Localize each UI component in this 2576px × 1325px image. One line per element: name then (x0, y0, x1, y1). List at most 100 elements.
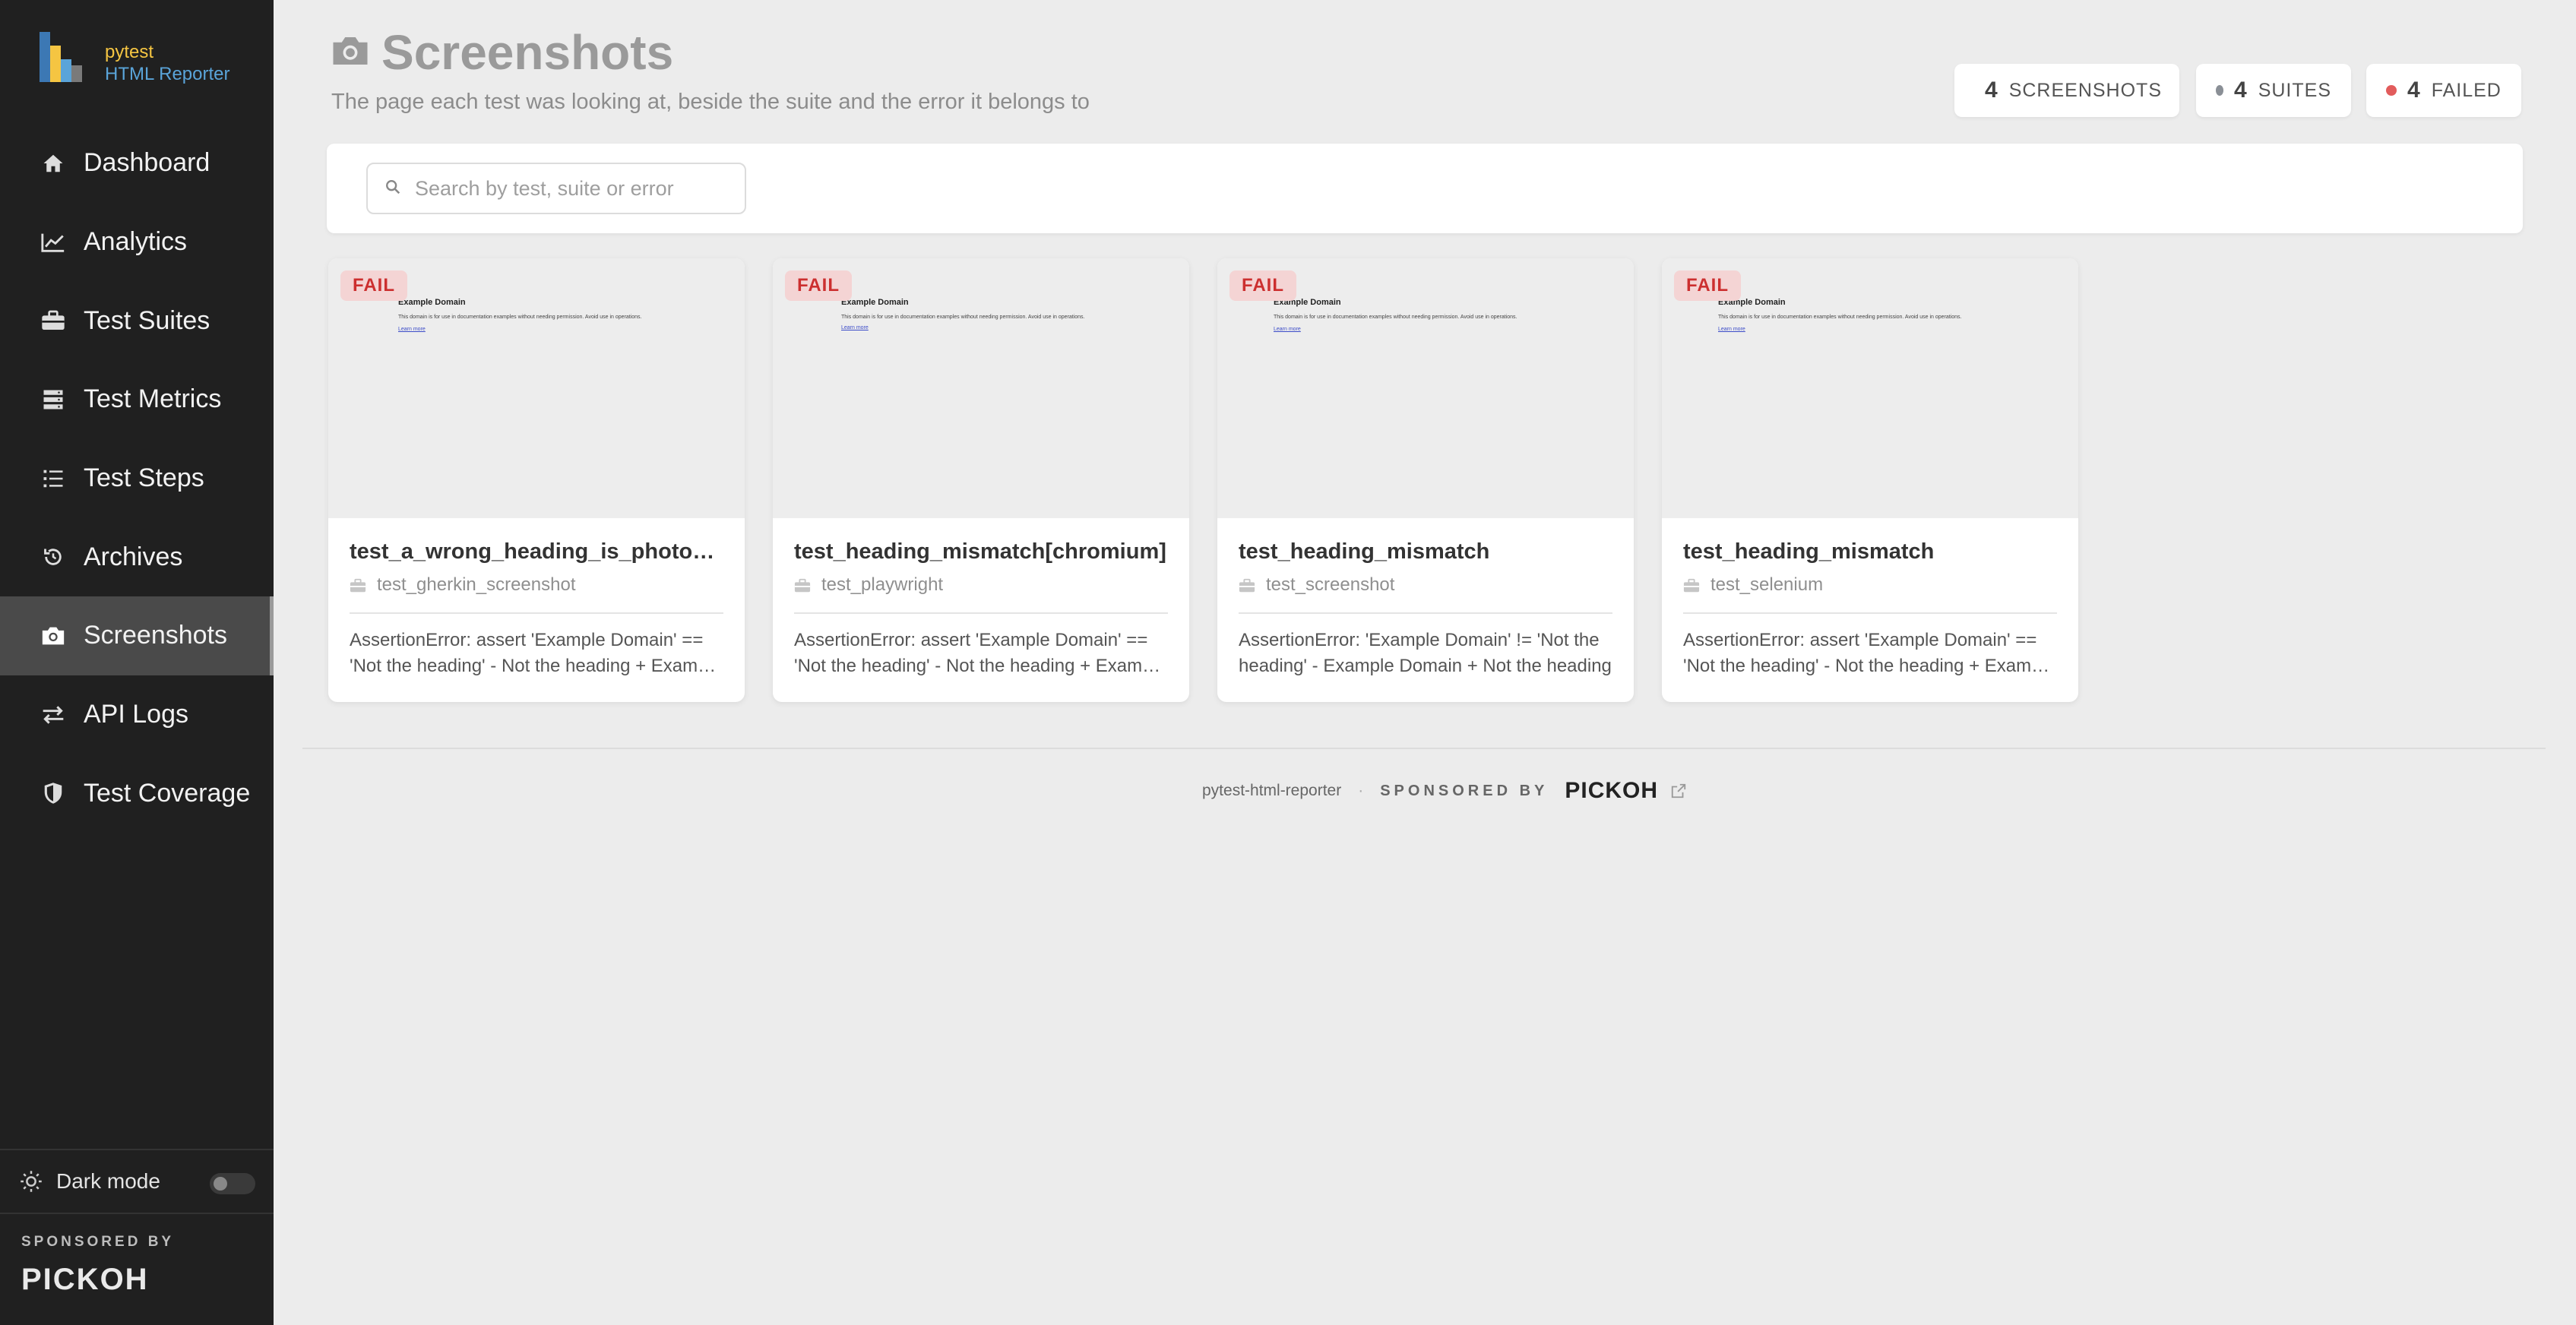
status-badge: FAIL (1674, 270, 1741, 301)
briefcase-icon (1683, 577, 1700, 593)
brand-name: pytest (105, 42, 154, 62)
thumbnail-link: Learn more (398, 327, 426, 332)
sidebar-item-screenshots[interactable]: Screenshots (0, 596, 274, 675)
home-icon (40, 150, 67, 177)
screenshot-thumbnail[interactable]: Example Domain This domain is for use in… (1662, 258, 2078, 518)
thumbnail-heading: Example Domain (398, 298, 466, 307)
status-badge: FAIL (340, 270, 407, 301)
stat-count: 4 (2234, 77, 2248, 103)
footer-sponsored-label: SPONSORED BY (1380, 782, 1549, 799)
sidebar-item-label: Test Coverage (84, 778, 251, 808)
footer-separator: · (1358, 782, 1364, 799)
status-badge: FAIL (1229, 270, 1296, 301)
sidebar-sponsor: SPONSORED BY PICKOH (21, 1234, 174, 1297)
thumbnail-link: Learn more (841, 325, 869, 330)
card-suite: test_gherkin_screenshot (350, 574, 576, 596)
thumbnail-heading: Example Domain (841, 298, 909, 307)
footer-divider (302, 748, 2546, 749)
stat-dot (2216, 85, 2224, 96)
pytest-logo-icon (40, 32, 97, 82)
briefcase-icon (1239, 577, 1255, 593)
search-icon (385, 179, 401, 199)
brand[interactable]: pytest HTML Reporter (40, 32, 229, 85)
briefcase-icon (350, 577, 366, 593)
stat-failed: 4 FAILED (2366, 64, 2521, 117)
thumbnail-link: Learn more (1274, 327, 1301, 332)
card-error: AssertionError: 'Example Domain' != 'Not… (1239, 630, 1612, 676)
sidebar-item-label: Dashboard (84, 148, 210, 178)
shield-icon (40, 780, 67, 807)
history-icon (40, 543, 67, 571)
sidebar-item-label: Screenshots (84, 621, 227, 650)
thumbnail-link: Learn more (1718, 327, 1745, 332)
page-header: Screenshots (330, 24, 673, 81)
search-panel (327, 144, 2523, 233)
sidebar-item-analytics[interactable]: Analytics (0, 203, 274, 282)
sidebar-item-label: Test Metrics (84, 384, 222, 414)
sidebar: pytest HTML Reporter Dashboard Analytics… (0, 0, 274, 1325)
divider (1239, 612, 1612, 614)
pickoh-logo[interactable]: PICKOH (21, 1263, 174, 1297)
stat-label: FAILED (2431, 79, 2502, 101)
sidebar-nav: Dashboard Analytics Test Suites Test Met… (0, 124, 274, 833)
page-title: Screenshots (381, 25, 674, 80)
sidebar-item-archives[interactable]: Archives (0, 517, 274, 596)
external-link-icon[interactable] (1670, 783, 1687, 799)
card-suite: test_screenshot (1239, 574, 1394, 596)
thumbnail-text: This domain is for use in documentation … (1274, 315, 1517, 320)
search-input[interactable] (415, 176, 734, 201)
page-subtitle: The page each test was looking at, besid… (331, 90, 1090, 114)
thumbnail-text: This domain is for use in documentation … (398, 315, 642, 320)
stat-count: 4 (2407, 77, 2421, 103)
divider (350, 612, 723, 614)
screenshot-card[interactable]: Example Domain This domain is for use in… (328, 258, 745, 702)
card-suite: test_selenium (1683, 574, 1823, 596)
footer-project-link[interactable]: pytest-html-reporter (1202, 782, 1341, 800)
chart-line-icon (40, 229, 67, 256)
sidebar-item-label: Archives (84, 542, 183, 571)
footer: pytest-html-reporter · SPONSORED BY PICK… (1202, 778, 1687, 804)
exchange-icon (40, 701, 67, 729)
dark-mode-toggle[interactable] (210, 1173, 255, 1194)
sponsored-by-label: SPONSORED BY (21, 1234, 175, 1250)
thumbnail-text: This domain is for use in documentation … (1718, 315, 1962, 320)
sidebar-item-test-steps[interactable]: Test Steps (0, 439, 274, 518)
divider (1683, 612, 2057, 614)
stat-suites: 4 SUITES (2196, 64, 2351, 117)
dark-mode-row: Dark mode (0, 1149, 274, 1214)
sidebar-item-dashboard[interactable]: Dashboard (0, 124, 274, 203)
sidebar-item-label: Test Suites (84, 305, 210, 335)
stat-dot (2386, 85, 2397, 96)
stat-label: SUITES (2258, 79, 2331, 101)
brand-subtitle: HTML Reporter (105, 64, 230, 84)
sidebar-item-api-logs[interactable]: API Logs (0, 675, 274, 754)
list-icon (40, 465, 67, 492)
sun-icon (20, 1170, 43, 1193)
stat-screenshots: 4 SCREENSHOTS (1954, 64, 2179, 117)
screenshot-thumbnail[interactable]: Example Domain This domain is for use in… (328, 258, 745, 518)
card-title: test_heading_mismatch (1239, 539, 1490, 564)
card-error: AssertionError: assert 'Example Domain' … (794, 630, 1167, 676)
sidebar-item-test-suites[interactable]: Test Suites (0, 281, 274, 360)
screenshot-thumbnail[interactable]: Example Domain This domain is for use in… (1217, 258, 1634, 518)
card-suite: test_playwright (794, 574, 943, 596)
server-icon (40, 386, 67, 413)
footer-pickoh-logo[interactable]: PICKOH (1565, 778, 1658, 804)
sidebar-item-test-coverage[interactable]: Test Coverage (0, 754, 274, 833)
suite-name: test_gherkin_screenshot (377, 574, 576, 595)
stat-label: SCREENSHOTS (2008, 79, 2162, 101)
screenshot-card[interactable]: Example Domain This domain is for use in… (1217, 258, 1634, 702)
screenshot-card[interactable]: Example Domain This domain is for use in… (1662, 258, 2078, 702)
card-title: test_heading_mismatch (1683, 539, 1935, 564)
briefcase-icon (40, 307, 67, 334)
briefcase-icon (794, 577, 811, 593)
camera-icon (40, 622, 67, 650)
card-error: AssertionError: assert 'Example Domain' … (350, 630, 723, 676)
suite-name: test_selenium (1710, 574, 1824, 595)
stat-count: 4 (1985, 77, 1998, 103)
search-box[interactable] (366, 163, 746, 214)
card-error: AssertionError: assert 'Example Domain' … (1683, 630, 2056, 676)
screenshot-thumbnail[interactable]: Example Domain This domain is for use in… (773, 258, 1189, 518)
sidebar-item-test-metrics[interactable]: Test Metrics (0, 360, 274, 439)
screenshot-card[interactable]: Example Domain This domain is for use in… (773, 258, 1189, 702)
